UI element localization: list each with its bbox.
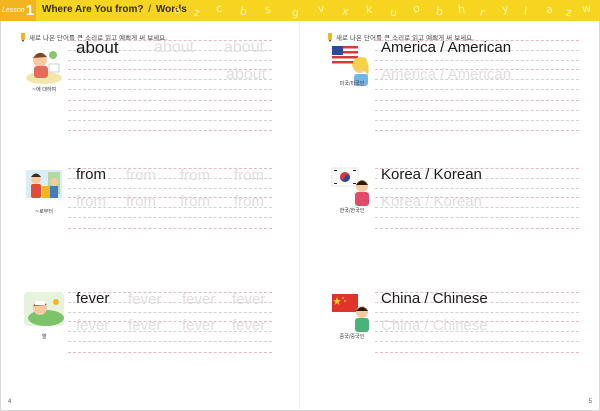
guide-line bbox=[375, 110, 579, 111]
writing-block-china: China / Chinese China / Chinese bbox=[375, 290, 579, 362]
unit-title: Where Are You from? / Words bbox=[42, 4, 187, 15]
lesson-tab: Lesson 1 bbox=[0, 0, 36, 21]
deco-letter: g bbox=[291, 5, 300, 20]
trace-word: from bbox=[234, 167, 264, 184]
trace-word: from bbox=[126, 193, 156, 210]
guide-line bbox=[68, 110, 272, 111]
deco-letter: x bbox=[340, 4, 350, 19]
from-illustration bbox=[22, 164, 66, 208]
china-flag-illustration bbox=[330, 290, 374, 334]
deco-letter: a bbox=[172, 2, 183, 17]
vocab-word: about bbox=[76, 38, 119, 57]
word-caption: 중국/중국인 bbox=[339, 334, 365, 340]
trace-word: from bbox=[180, 167, 210, 184]
deco-letter: b bbox=[238, 4, 249, 19]
pencil-icon bbox=[21, 32, 25, 42]
deco-letter: y bbox=[501, 1, 510, 16]
trace-word: Korea / Korean bbox=[381, 193, 482, 210]
guide-line bbox=[68, 130, 272, 131]
word-caption: 한국/한국인 bbox=[339, 208, 365, 214]
guide-line bbox=[375, 341, 579, 342]
trace-word: fever bbox=[232, 317, 266, 334]
deco-letter: u bbox=[389, 5, 398, 20]
guide-line bbox=[68, 60, 272, 61]
trace-word: from bbox=[180, 193, 210, 210]
trace-word: from bbox=[76, 193, 106, 210]
deco-letter: c bbox=[215, 1, 223, 16]
guide-line bbox=[375, 130, 579, 131]
about-illustration bbox=[22, 44, 66, 88]
guide-line bbox=[68, 217, 272, 218]
word-caption: ~로부터 bbox=[35, 209, 53, 215]
trace-word: about bbox=[154, 39, 195, 56]
lesson-number: 1 bbox=[25, 2, 34, 19]
deco-letter: b bbox=[434, 4, 445, 19]
deco-letter: h bbox=[457, 2, 466, 17]
page-spine bbox=[299, 21, 300, 409]
trace-word: about bbox=[226, 66, 267, 83]
deco-letter: s bbox=[263, 2, 273, 17]
deco-letter: o bbox=[411, 1, 422, 16]
deco-letter: v bbox=[316, 1, 326, 16]
vocab-word: America / American bbox=[381, 39, 512, 56]
trace-word: fever bbox=[182, 291, 216, 308]
guide-line bbox=[68, 341, 272, 342]
deco-letter: w bbox=[581, 1, 592, 16]
writing-block-fever: fever fever fever fever fever fever feve… bbox=[68, 290, 272, 362]
writing-block-about: about about about about bbox=[68, 38, 272, 138]
guide-line bbox=[68, 188, 272, 189]
guide-line bbox=[375, 188, 579, 189]
deco-letter: r bbox=[478, 5, 487, 20]
trace-word: fever bbox=[182, 317, 216, 334]
vocab-word: China / Chinese bbox=[381, 290, 488, 307]
deco-letter: a bbox=[544, 2, 555, 17]
guide-line bbox=[68, 100, 272, 101]
lesson-title: Where Are You from? bbox=[42, 4, 144, 15]
guide-line bbox=[68, 89, 272, 90]
writing-block-korea: Korea / Korean Korea / Korean bbox=[375, 166, 579, 238]
trace-word: America / American bbox=[381, 66, 512, 83]
decorative-letters: a z c b s g v x k u o b h r y l a z w bbox=[170, 0, 600, 21]
deco-letter: l bbox=[523, 4, 528, 19]
deco-letter: z bbox=[564, 5, 573, 20]
pencil-icon bbox=[328, 32, 332, 42]
guide-line bbox=[68, 312, 272, 313]
trace-word: fever bbox=[128, 317, 162, 334]
vocab-word: from bbox=[76, 166, 106, 183]
deco-letter: z bbox=[192, 5, 201, 20]
guide-line bbox=[375, 312, 579, 313]
trace-word: fever bbox=[232, 291, 266, 308]
guide-line bbox=[68, 120, 272, 121]
lesson-label: Lesson bbox=[2, 7, 25, 14]
page-number-left: 4 bbox=[8, 399, 12, 405]
word-caption: ~에 대하여 bbox=[31, 87, 57, 93]
guide-line bbox=[375, 352, 579, 353]
vocab-word: Korea / Korean bbox=[381, 166, 482, 183]
trace-word: China / Chinese bbox=[381, 317, 488, 334]
guide-line bbox=[68, 228, 272, 229]
guide-line bbox=[375, 60, 579, 61]
writing-block-america: America / American America / American bbox=[375, 38, 579, 138]
guide-line bbox=[375, 100, 579, 101]
trace-word: from bbox=[126, 167, 156, 184]
korea-flag-illustration bbox=[330, 164, 374, 208]
trace-word: from bbox=[234, 193, 264, 210]
deco-letter: k bbox=[365, 2, 374, 17]
trace-word: fever bbox=[76, 317, 110, 334]
title-separator: / bbox=[148, 4, 152, 15]
page-number-right: 5 bbox=[588, 399, 592, 405]
header-band: Lesson 1 Where Are You from? / Words a z… bbox=[0, 0, 600, 21]
word-caption: 열 bbox=[41, 334, 47, 340]
guide-line bbox=[68, 352, 272, 353]
trace-word: fever bbox=[128, 291, 162, 308]
word-caption: 미국/미국인 bbox=[339, 81, 365, 87]
guide-line bbox=[375, 120, 579, 121]
fever-illustration bbox=[22, 288, 66, 332]
vocab-word: fever bbox=[76, 290, 110, 307]
guide-line bbox=[375, 217, 579, 218]
guide-line bbox=[375, 89, 579, 90]
writing-block-from: from from from from from from from from bbox=[68, 166, 272, 238]
trace-word: about bbox=[224, 39, 265, 56]
guide-line bbox=[375, 228, 579, 229]
